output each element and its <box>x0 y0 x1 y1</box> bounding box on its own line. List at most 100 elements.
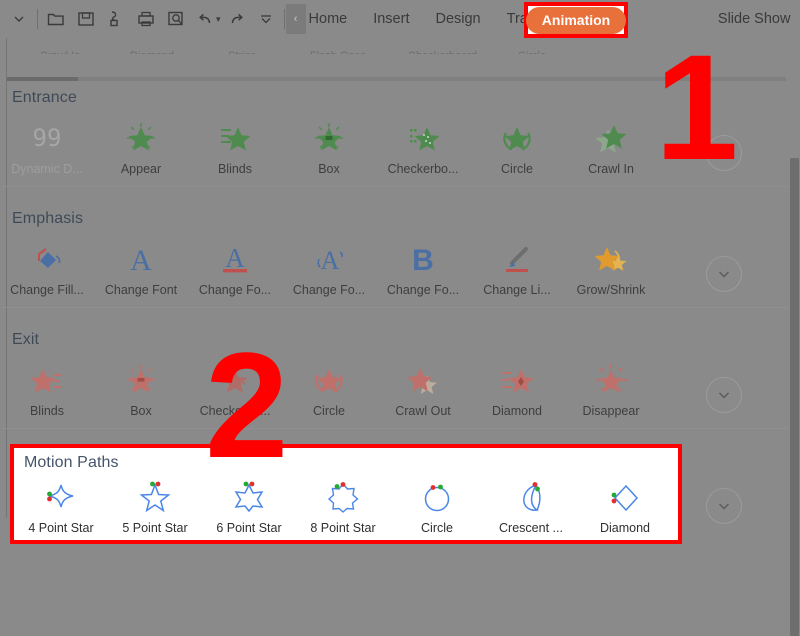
tab-insert[interactable]: Insert <box>360 0 422 38</box>
item-label: Crawl In <box>588 162 634 176</box>
svg-text:A: A <box>225 243 245 273</box>
item-label: Grow/Shrink <box>576 283 646 297</box>
paint-bucket-icon <box>27 238 67 280</box>
clipped-label-4: Checkerboard <box>408 46 504 54</box>
animation-item-circle-entrance[interactable]: Circle <box>470 113 564 176</box>
item-label: Dynamic D... <box>11 162 83 176</box>
item-label: Circle <box>421 521 453 535</box>
section-divider <box>2 307 798 308</box>
animation-item-crawl-out[interactable]: Crawl Out <box>376 355 470 418</box>
animation-item-change-font[interactable]: A Change Font <box>94 234 188 297</box>
item-label: Checkerbo... <box>387 162 459 176</box>
animation-item-checkerboard-exit[interactable]: Checkerbo... <box>188 355 282 418</box>
item-label: Change Fo... <box>198 283 272 297</box>
tab-animation-highlighted[interactable]: Animation <box>525 6 627 34</box>
redo-icon[interactable] <box>221 4 251 34</box>
animation-item-crawl-in[interactable]: Crawl In <box>564 113 658 176</box>
animation-item-box-entrance[interactable]: Box <box>282 113 376 176</box>
section-divider <box>2 186 798 187</box>
item-label: 8 Point Star <box>310 521 376 535</box>
motion-path-item-5-point-star[interactable]: 5 Point Star <box>108 472 202 535</box>
clipped-label-0: Crawl In <box>40 46 100 54</box>
path-crescent-icon <box>511 476 551 518</box>
animation-item-blinds-exit[interactable]: Blinds <box>0 355 94 418</box>
gallery-vertical-scrollbar[interactable] <box>788 40 800 636</box>
tab-slide-show[interactable]: Slide Show <box>705 0 800 38</box>
save-icon[interactable] <box>71 4 101 34</box>
path-4-point-star-icon <box>41 476 81 518</box>
clipped-previous-row: Crawl In Diamond Strips Flash Once Check… <box>0 44 800 66</box>
svg-text:A: A <box>321 246 340 275</box>
open-folder-icon[interactable] <box>41 4 71 34</box>
print-preview-icon[interactable] <box>161 4 191 34</box>
section-title-motion-paths: Motion Paths <box>24 454 119 471</box>
path-circle-icon <box>417 476 457 518</box>
animation-item-change-fill-color[interactable]: Change Fill... <box>0 234 94 297</box>
entrance-more-button[interactable] <box>706 135 742 171</box>
quick-access-ribbon-bar: ▾ ‹ Home Insert Design Transitions Anima… <box>0 0 800 38</box>
crawl-out-star-icon <box>403 359 443 401</box>
exit-items-row: Blinds Box Checkerbo... Circle Crawl Out… <box>0 351 800 428</box>
animation-item-box-exit[interactable]: Box <box>94 355 188 418</box>
quick-access-toolbar: ▾ <box>0 0 288 38</box>
motion-path-item-4-point-star[interactable]: 4 Point Star <box>14 472 108 535</box>
svg-text:A: A <box>130 244 152 277</box>
item-label: Change Fill... <box>10 283 84 297</box>
item-label: Disappear <box>582 404 640 418</box>
motion-path-item-diamond[interactable]: Diamond <box>578 472 672 535</box>
animation-item-blinds-entrance[interactable]: Blinds <box>188 113 282 176</box>
letter-a-style-icon: A <box>309 238 349 280</box>
chevron-down-icon[interactable] <box>4 4 34 34</box>
animation-item-circle-exit[interactable]: Circle <box>282 355 376 418</box>
path-6-point-star-icon <box>229 476 269 518</box>
motion-path-item-circle[interactable]: Circle <box>390 472 484 535</box>
animation-item-grow-shrink[interactable]: Grow/Shrink <box>564 234 658 297</box>
item-label: Blinds <box>217 162 253 176</box>
exit-more-button[interactable] <box>706 377 742 413</box>
motion-paths-items-row: 4 Point Star 5 Point Star 6 Point Star 8… <box>14 472 678 535</box>
animation-item-diamond-exit[interactable]: Diamond <box>470 355 564 418</box>
item-label: Change Font <box>104 283 178 297</box>
path-diamond-icon <box>605 476 645 518</box>
animation-item-dynamic-dots[interactable]: 99 Dynamic D... <box>0 113 94 176</box>
crawl-in-star-icon <box>591 117 631 159</box>
animation-item-change-font-size[interactable]: A Change Fo... <box>282 234 376 297</box>
ribbon-scroll-left-button[interactable]: ‹ <box>285 4 306 34</box>
toolbar-divider <box>37 9 38 29</box>
item-label: Box <box>130 404 152 418</box>
animation-item-change-line-color[interactable]: Change Li... <box>470 234 564 297</box>
box-exit-star-icon <box>121 359 161 401</box>
emphasis-items-row: Change Fill... A Change Font A Change Fo… <box>0 230 800 307</box>
animation-item-disappear[interactable]: Disappear <box>564 355 658 418</box>
animation-item-checkerboard-entrance[interactable]: Checkerbo... <box>376 113 470 176</box>
annotation-box-animation-tab: Animation <box>524 2 628 38</box>
animation-item-appear[interactable]: Appear <box>94 113 188 176</box>
item-label: Appear <box>120 162 162 176</box>
clipped-label-2: Strips <box>228 46 268 54</box>
motion-path-item-crescent-moon[interactable]: Crescent ... <box>484 472 578 535</box>
item-label: Diamond <box>599 521 651 535</box>
disappear-star-icon <box>591 359 631 401</box>
entrance-items-row: 99 Dynamic D... Appear Blinds Box Checke… <box>0 109 800 186</box>
animation-item-change-font-style[interactable]: B Change Fo... <box>376 234 470 297</box>
tab-design[interactable]: Design <box>422 0 493 38</box>
section-title-exit: Exit <box>12 331 40 348</box>
motion-path-item-6-point-star[interactable]: 6 Point Star <box>202 472 296 535</box>
item-label: Change Fo... <box>386 283 460 297</box>
item-label: 6 Point Star <box>216 521 282 535</box>
circle-star-icon <box>497 117 537 159</box>
print-icon[interactable] <box>131 4 161 34</box>
more-commands-icon[interactable] <box>251 4 281 34</box>
gallery-vertical-scroll-thumb[interactable] <box>790 158 799 636</box>
motion-paths-more-button[interactable] <box>706 488 742 524</box>
save-as-icon[interactable] <box>101 4 131 34</box>
letter-a-icon: A <box>121 238 161 280</box>
blinds-exit-star-icon <box>27 359 67 401</box>
motion-path-item-8-point-star[interactable]: 8 Point Star <box>296 472 390 535</box>
diamond-exit-star-icon <box>497 359 537 401</box>
item-label: Box <box>318 162 340 176</box>
path-8-point-star-icon <box>323 476 363 518</box>
animation-item-change-font-color[interactable]: A Change Fo... <box>188 234 282 297</box>
emphasis-more-button[interactable] <box>706 256 742 292</box>
item-label: 5 Point Star <box>122 521 188 535</box>
